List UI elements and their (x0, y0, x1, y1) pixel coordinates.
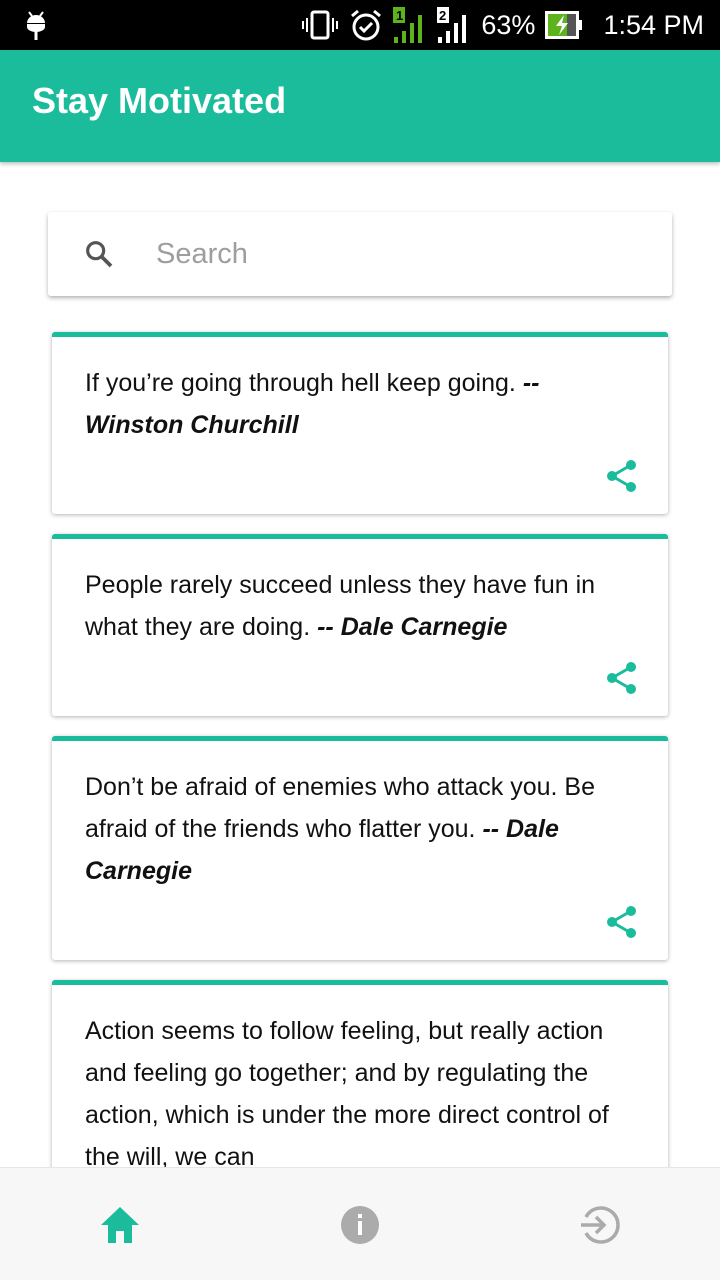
status-bar: 1 2 63% 1:54 PM (0, 0, 720, 50)
logout-icon (581, 1206, 620, 1244)
svg-text:2: 2 (439, 8, 446, 23)
quote-card[interactable]: People rarely succeed unless they have f… (52, 534, 668, 716)
nav-home-button[interactable] (100, 1205, 140, 1245)
nav-logout-button[interactable] (580, 1205, 620, 1245)
signal-sim2-icon: 2 (437, 7, 467, 43)
battery-charging-icon (545, 11, 583, 39)
share-icon[interactable] (606, 905, 638, 939)
share-icon[interactable] (606, 459, 638, 493)
app-title: Stay Motivated (32, 80, 287, 121)
search-bar[interactable] (48, 212, 672, 296)
search-input[interactable] (156, 230, 636, 278)
clock: 1:54 PM (603, 9, 704, 40)
quote-text: If you’re going through hell keep going.… (85, 362, 638, 446)
vibrate-icon (302, 10, 339, 40)
nav-info-button[interactable] (340, 1205, 380, 1245)
bottom-nav (0, 1167, 720, 1280)
signal-sim1-icon: 1 (393, 7, 423, 43)
search-icon[interactable] (83, 238, 115, 270)
quote-list[interactable]: If you’re going through hell keep going.… (52, 332, 668, 1266)
quote-text: Don’t be afraid of enemies who attack yo… (85, 766, 638, 892)
battery-percent: 63% (481, 9, 536, 40)
share-icon[interactable] (606, 661, 638, 695)
quote-card[interactable]: If you’re going through hell keep going.… (52, 332, 668, 514)
quote-author: -- Dale Carnegie (317, 613, 508, 641)
quote-text: Action seems to follow feeling, but real… (85, 1010, 638, 1178)
alarm-icon (351, 9, 382, 41)
quote-text: People rarely succeed unless they have f… (85, 564, 638, 648)
svg-text:1: 1 (396, 8, 403, 23)
quote-body: If you’re going through hell keep going. (85, 369, 516, 397)
home-icon (101, 1207, 139, 1243)
app-bar: Stay Motivated (0, 50, 720, 162)
quote-card[interactable]: Don’t be afraid of enemies who attack yo… (52, 736, 668, 960)
quote-body: Action seems to follow feeling, but real… (85, 1017, 609, 1171)
android-icon (27, 11, 45, 40)
info-icon (341, 1206, 379, 1244)
